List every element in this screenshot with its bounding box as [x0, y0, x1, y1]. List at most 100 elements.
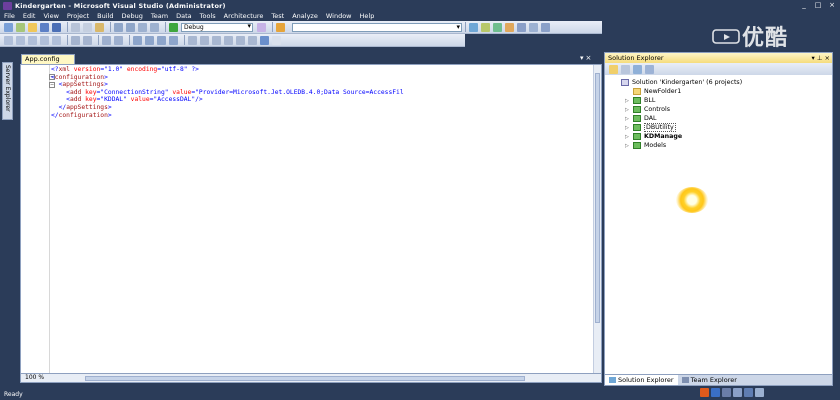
code-line[interactable]: <add key="ConnectionString" value="Provi…: [51, 89, 403, 97]
member-list-icon[interactable]: [4, 35, 13, 45]
tree-node[interactable]: ▷ DAL: [613, 114, 742, 123]
add-item-icon[interactable]: [16, 22, 25, 32]
solution-configuration-select[interactable]: Debug: [181, 22, 253, 32]
indent-icon[interactable]: [83, 35, 92, 45]
menu-build[interactable]: Build: [97, 12, 113, 20]
outdent-icon[interactable]: [71, 35, 80, 45]
menu-team[interactable]: Team: [151, 12, 168, 20]
tree-node[interactable]: ▷ Models: [613, 141, 742, 150]
navigate-backward-icon[interactable]: [138, 22, 147, 32]
menu-tools[interactable]: Tools: [200, 12, 216, 20]
solution-explorer-icon[interactable]: [469, 22, 478, 32]
menu-analyze[interactable]: Analyze: [292, 12, 318, 20]
properties-icon[interactable]: [481, 22, 490, 32]
start-page-icon[interactable]: [517, 22, 526, 32]
minimize-button[interactable]: _: [798, 1, 810, 10]
next-bookmark-icon[interactable]: [157, 35, 166, 45]
code-line[interactable]: </configuration>: [51, 112, 404, 120]
xml-toolbar-icon[interactable]: [248, 35, 257, 45]
find-combo[interactable]: [292, 22, 462, 32]
save-all-icon[interactable]: [52, 22, 61, 32]
server-explorer-tab[interactable]: Server Explorer: [2, 62, 13, 120]
toggle-bookmark-icon[interactable]: [133, 35, 142, 45]
vertical-scrollbar[interactable]: [593, 65, 601, 373]
tab-team-explorer[interactable]: Team Explorer: [678, 375, 741, 385]
undo-icon[interactable]: [114, 22, 123, 32]
show-all-files-icon[interactable]: [621, 64, 630, 74]
tray-settings-icon[interactable]: [722, 388, 731, 397]
menu-debug[interactable]: Debug: [122, 12, 143, 20]
vertical-scroll-thumb[interactable]: [595, 73, 600, 323]
menu-help[interactable]: Help: [360, 12, 375, 20]
xml-debug-icon[interactable]: [212, 35, 221, 45]
menu-file[interactable]: File: [4, 12, 15, 20]
format-icon[interactable]: [52, 35, 61, 45]
create-schema-icon[interactable]: [224, 35, 233, 45]
extension-manager-icon[interactable]: [529, 22, 538, 32]
complete-word-icon[interactable]: [40, 35, 49, 45]
show-xslt-output-icon[interactable]: [236, 35, 245, 45]
properties-icon[interactable]: [609, 64, 618, 74]
tab-solution-explorer[interactable]: Solution Explorer: [605, 375, 678, 385]
solution-platform-icon[interactable]: [257, 22, 266, 32]
object-browser-icon[interactable]: [493, 22, 502, 32]
find-icon[interactable]: [260, 35, 269, 45]
menu-project[interactable]: Project: [67, 12, 89, 20]
xslt-icon[interactable]: [200, 35, 209, 45]
panel-controls[interactable]: ▾ ⊥ ×: [811, 53, 830, 63]
save-icon[interactable]: [40, 22, 49, 32]
menu-architecture[interactable]: Architecture: [224, 12, 264, 20]
tray-keyboard-icon[interactable]: [733, 388, 742, 397]
code-text[interactable]: <?xml version="1.0" encoding="utf-8" ?> <…: [51, 66, 404, 119]
active-files-dropdown-icon[interactable]: ▾: [580, 54, 584, 62]
code-line[interactable]: </appSettings>: [51, 104, 404, 112]
menu-view[interactable]: View: [43, 12, 58, 20]
menu-window[interactable]: Window: [326, 12, 352, 20]
horizontal-scroll-thumb[interactable]: [85, 376, 525, 381]
copy-icon[interactable]: [83, 22, 92, 32]
tray-tools-icon[interactable]: [755, 388, 764, 397]
paste-icon[interactable]: [95, 22, 104, 32]
toolbar-options-icon[interactable]: [272, 35, 281, 45]
tree-node[interactable]: NewFolder1: [613, 87, 742, 96]
tree-node[interactable]: Solution 'Kindergarten' (6 projects): [613, 78, 742, 87]
solution-tree[interactable]: Solution 'Kindergarten' (6 projects) NewF…: [613, 78, 742, 150]
tab-app-config[interactable]: App.config: [21, 54, 75, 64]
tray-help-icon[interactable]: [744, 388, 753, 397]
toolbox-icon[interactable]: [505, 22, 514, 32]
maximize-button[interactable]: □: [812, 1, 824, 10]
find-in-files-icon[interactable]: [276, 22, 285, 32]
clear-bookmarks-icon[interactable]: [169, 35, 178, 45]
previous-bookmark-icon[interactable]: [145, 35, 154, 45]
code-line[interactable]: <appSettings>: [51, 81, 404, 89]
comment-icon[interactable]: [102, 35, 111, 45]
close-button[interactable]: ×: [826, 1, 838, 10]
input-method-icon[interactable]: [711, 388, 720, 397]
expand-arrow-icon[interactable]: ▷: [625, 142, 633, 151]
zoom-level-select[interactable]: 100 %: [23, 374, 55, 382]
cut-icon[interactable]: [71, 22, 80, 32]
menu-data[interactable]: Data: [176, 12, 192, 20]
code-line[interactable]: <configuration>: [51, 74, 404, 82]
code-line[interactable]: <?xml version="1.0" encoding="utf-8" ?>: [51, 66, 404, 74]
xml-schema-icon[interactable]: [188, 35, 197, 45]
close-document-icon[interactable]: ×: [586, 54, 592, 62]
tree-node[interactable]: ▷ BLL: [613, 96, 742, 105]
quick-info-icon[interactable]: [28, 35, 37, 45]
tree-node[interactable]: ▷ DBUtility: [613, 123, 742, 132]
start-debugging-icon[interactable]: [169, 22, 178, 32]
uncomment-icon[interactable]: [114, 35, 123, 45]
code-editor[interactable]: − − <?xml version="1.0" encoding="utf-8"…: [20, 64, 602, 374]
redo-icon[interactable]: [126, 22, 135, 32]
command-window-icon[interactable]: [541, 22, 550, 32]
menu-edit[interactable]: Edit: [23, 12, 36, 20]
view-class-diagram-icon[interactable]: [645, 64, 654, 74]
tree-node[interactable]: ▷ KDManage: [613, 132, 742, 141]
tree-node[interactable]: ▷ Controls: [613, 105, 742, 114]
open-file-icon[interactable]: [28, 22, 37, 32]
parameter-info-icon[interactable]: [16, 35, 25, 45]
tray-app-icon[interactable]: [700, 388, 709, 397]
navigate-forward-icon[interactable]: [150, 22, 159, 32]
refresh-icon[interactable]: [633, 64, 642, 74]
menu-test[interactable]: Test: [271, 12, 284, 20]
